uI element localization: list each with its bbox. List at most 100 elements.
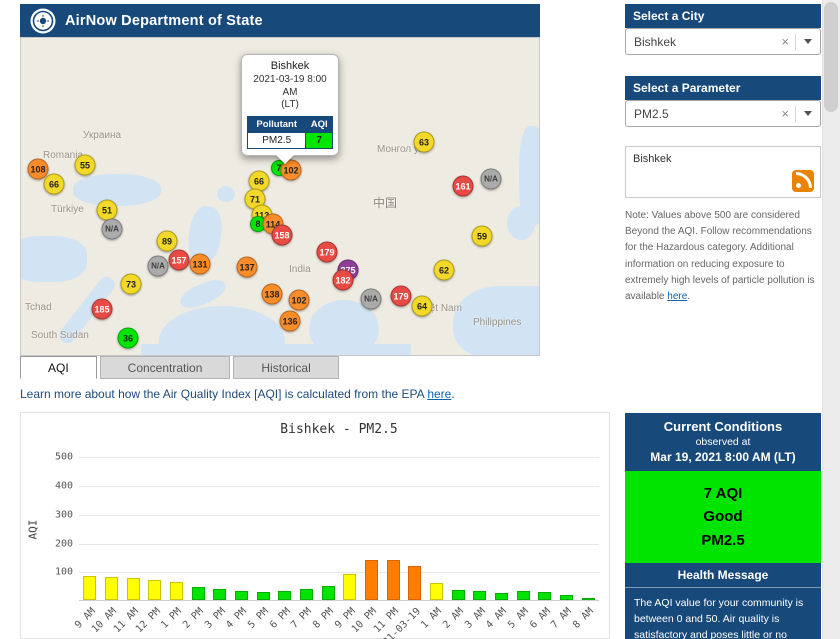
aqi-station-marker[interactable]: 161 — [452, 175, 474, 197]
chart-xtick-label: 5 AM — [506, 606, 531, 631]
chart-bar[interactable] — [278, 590, 292, 600]
chart-bar[interactable] — [365, 559, 378, 600]
aqi-station-marker[interactable]: 73 — [120, 273, 142, 295]
map-region-label: India — [289, 264, 311, 275]
aqi-station-marker[interactable]: 36 — [117, 327, 139, 349]
aqi-station-marker[interactable]: 182 — [332, 269, 354, 291]
chart-bar[interactable] — [473, 591, 487, 600]
aqi-station-marker[interactable]: 157 — [168, 249, 190, 271]
chart-ylabel: AQI — [26, 519, 40, 540]
tab-concentration[interactable]: Concentration — [99, 356, 231, 379]
app-title: AirNow Department of State — [65, 12, 263, 29]
cc-observed-at: observed at — [695, 436, 751, 448]
epa-here-link[interactable]: here — [427, 387, 451, 401]
aqi-station-marker[interactable]: 158 — [271, 224, 293, 246]
chart-gridline — [79, 486, 599, 488]
chart-xtick-label: 6 AM — [527, 606, 553, 631]
chart-bar[interactable] — [191, 587, 205, 600]
aqi-station-marker[interactable]: 62 — [433, 259, 455, 281]
chart-xtick-label: 3 PM — [202, 606, 228, 631]
chart-gridline — [79, 572, 599, 574]
aqi-station-marker[interactable]: 55 — [74, 154, 96, 176]
chart-xtick-label: 4 PM — [224, 606, 250, 631]
chart-xtick-label: 2 PM — [181, 606, 206, 631]
map-region-label: Tchad — [25, 302, 52, 313]
chart-bar[interactable] — [213, 589, 227, 600]
map-tabs: AQI Concentration Historical — [20, 356, 339, 379]
water-region — [217, 186, 235, 202]
learn-more-text: Learn more about how the Air Quality Ind… — [20, 387, 455, 401]
aqi-station-marker[interactable]: N/A — [360, 288, 382, 310]
city-caret-icon[interactable] — [804, 39, 812, 48]
parameter-select-value: PM2.5 — [634, 106, 669, 121]
chart-bar[interactable] — [83, 575, 97, 600]
chart-xtick-label: 3 AM — [462, 606, 488, 631]
chart-bar[interactable] — [235, 590, 248, 600]
rss-box: Bishkek — [625, 146, 821, 198]
parameter-select[interactable]: PM2.5 × — [625, 100, 821, 127]
rss-city-label: Bishkek — [633, 153, 672, 165]
scrollbar-thumb[interactable] — [824, 2, 838, 112]
chart-bar[interactable] — [451, 589, 465, 600]
aqi-station-marker[interactable]: 185 — [91, 298, 113, 320]
chart-bar[interactable] — [581, 598, 595, 600]
chart-bar[interactable] — [430, 582, 443, 600]
popup-datetime: 2021-03-19 8:00 AM — [253, 74, 327, 98]
tab-aqi[interactable]: AQI — [20, 356, 97, 379]
aqi-station-marker[interactable]: 102 — [288, 289, 310, 311]
cc-title: Current Conditions — [663, 419, 783, 434]
chart-bar[interactable] — [343, 574, 357, 600]
chart-bar[interactable] — [300, 589, 313, 600]
chart-bar[interactable] — [321, 586, 335, 600]
chart-bar[interactable] — [538, 591, 552, 600]
parameter-clear-icon[interactable]: × — [775, 106, 795, 121]
chart-bar[interactable] — [170, 582, 183, 600]
aqi-station-marker[interactable]: N/A — [147, 255, 169, 277]
chart-bar[interactable] — [560, 594, 573, 600]
select-city-header: Select a City — [625, 4, 821, 28]
chart-xtick-label: 5 PM — [246, 606, 271, 631]
scrollbar-track[interactable] — [822, 0, 840, 639]
map-popup: Bishkek 2021-03-19 8:00 AM (LT) Pollutan… — [241, 54, 339, 156]
tab-historical[interactable]: Historical — [233, 356, 339, 379]
popup-table: Pollutant AQI PM2.5 7 — [246, 115, 333, 149]
health-message-body: The AQI value for your community is betw… — [625, 586, 821, 639]
aqi-station-marker[interactable]: N/A — [480, 168, 502, 190]
chart-bar[interactable] — [408, 566, 422, 600]
chart-bar[interactable] — [148, 579, 162, 600]
popup-col-aqi: AQI — [305, 115, 333, 133]
chart-bar[interactable] — [105, 577, 118, 600]
parameter-caret-icon[interactable] — [804, 111, 812, 120]
aqi-station-marker[interactable]: 89 — [156, 230, 178, 252]
chart-ytick-label: 500 — [54, 451, 73, 463]
chart-xtick-label: 1 AM — [419, 606, 445, 631]
chart-bar[interactable] — [256, 591, 270, 600]
aqi-station-marker[interactable]: 51 — [96, 199, 118, 221]
chart-bar[interactable] — [516, 591, 530, 600]
water-region — [21, 236, 87, 282]
city-select[interactable]: Bishkek × — [625, 28, 821, 55]
city-clear-icon[interactable]: × — [775, 34, 795, 49]
rss-feed-icon[interactable] — [792, 170, 814, 192]
map-canvas[interactable]: Bishkek 2021-03-19 8:00 AM (LT) Pollutan… — [20, 37, 540, 356]
chart-bar[interactable] — [495, 592, 508, 600]
aqi-station-marker[interactable]: 64 — [411, 295, 433, 317]
aqi-station-marker[interactable]: 137 — [236, 256, 258, 278]
chart-bar[interactable] — [386, 560, 400, 600]
aqi-station-marker[interactable]: 136 — [279, 310, 301, 332]
note-text: Note: Values above 500 are considered Be… — [625, 210, 815, 302]
aqi-station-marker[interactable]: 59 — [471, 225, 493, 247]
aqi-station-marker[interactable]: 138 — [261, 283, 283, 305]
aqi-station-marker[interactable]: 66 — [43, 173, 65, 195]
aqi-station-marker[interactable]: 179 — [316, 241, 338, 263]
aqi-station-marker[interactable]: 179 — [390, 285, 412, 307]
aqi-station-marker[interactable]: N/A — [101, 218, 123, 240]
aqi-station-marker[interactable]: 131 — [189, 253, 211, 275]
sidebar: Select a City Bishkek × Select a Paramet… — [625, 4, 821, 305]
cc-datetime: Mar 19, 2021 8:00 AM (LT) — [650, 450, 796, 464]
chart-gridline — [79, 457, 599, 459]
chart-bar[interactable] — [126, 578, 140, 600]
chart-title: Bishkek - PM2.5 — [280, 422, 398, 437]
aqi-station-marker[interactable]: 63 — [413, 131, 435, 153]
note-here-link[interactable]: here — [667, 291, 687, 302]
